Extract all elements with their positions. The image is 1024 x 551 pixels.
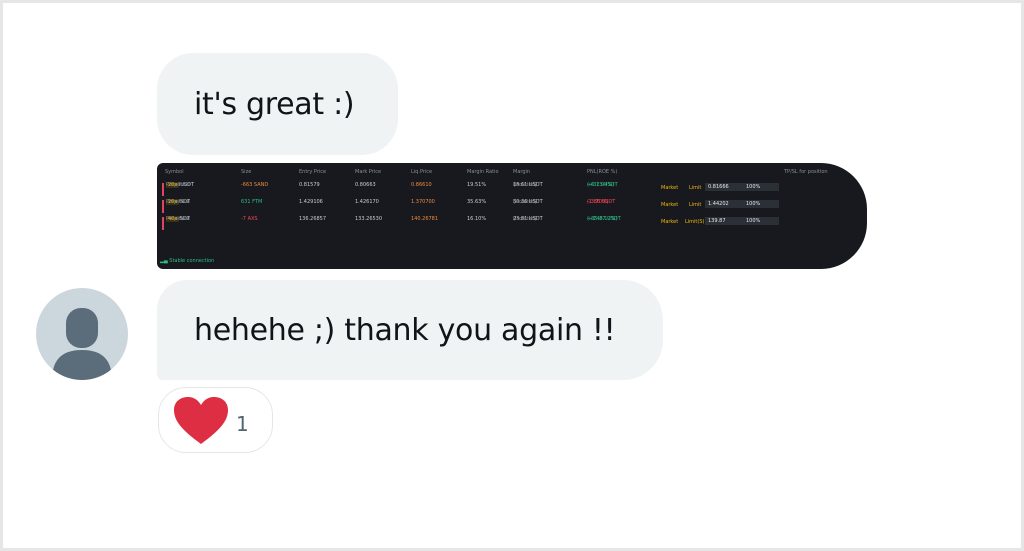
- entry-price: 1.429106: [299, 199, 323, 205]
- size: -7 AXS: [241, 216, 258, 222]
- mark-price: 133.26530: [355, 216, 383, 222]
- col-pnl: PNL(ROE %): [587, 169, 618, 175]
- attached-screenshot[interactable]: Symbol Size Entry Price Mark Price Liq.P…: [157, 163, 867, 269]
- reaction-pill[interactable]: 1: [158, 387, 273, 453]
- contract-type: Perpetual: [166, 182, 190, 188]
- page-frame: [0, 0, 1024, 551]
- percent-input: 100%: [743, 183, 779, 191]
- size: 631 FTM: [241, 199, 263, 205]
- price-input: 139.87: [705, 217, 745, 225]
- contract-type: Perpetual: [166, 199, 190, 205]
- position-side-bar: [162, 200, 164, 213]
- limit-close-button: Limit: [689, 202, 702, 208]
- col-margin-ratio: Margin Ratio: [467, 169, 499, 175]
- message-text: it's great :): [194, 86, 355, 122]
- percent-input: 100%: [743, 200, 779, 208]
- contract-type: Perpetual: [166, 216, 190, 222]
- entry-price: 136.26857: [299, 216, 327, 222]
- mark-price: 0.80663: [355, 182, 376, 188]
- roe: (-3.70%): [587, 199, 609, 205]
- margin-mode: (Isolated): [513, 182, 537, 188]
- roe: (+148.12%): [587, 216, 618, 222]
- price-input: 0.81666: [705, 183, 745, 191]
- entry-price: 0.81579: [299, 182, 320, 188]
- message-text: hehehe ;) thank you again !!: [194, 312, 616, 348]
- table-row: AXSUSDT 40x Perpetual -7 AXS 136.26857 1…: [157, 216, 867, 230]
- col-mark-price: Mark Price: [355, 169, 382, 175]
- market-close-button: Market: [661, 219, 679, 225]
- positions-header: Symbol Size Entry Price Mark Price Liq.P…: [157, 169, 867, 179]
- margin-mode: (Isolated): [513, 216, 537, 222]
- position-side-bar: [162, 183, 164, 196]
- signal-icon: ▂▄: [160, 258, 168, 264]
- table-row: SANDUSDT 20x Perpetual -663 SAND 0.81579…: [157, 182, 867, 196]
- margin-ratio: 19.51%: [467, 182, 487, 188]
- col-size: Size: [241, 169, 252, 175]
- col-symbol: Symbol: [165, 169, 184, 175]
- liq-price: 0.86610: [411, 182, 432, 188]
- liq-price: 140.26781: [411, 216, 439, 222]
- col-tpsl: TP/SL for position: [784, 169, 828, 175]
- size: -663 SAND: [241, 182, 269, 188]
- table-row: FTMUSDT 20x Perpetual 631 FTM 1.429106 1…: [157, 199, 867, 213]
- reaction-count: 1: [236, 412, 249, 436]
- percent-input: 100%: [743, 217, 779, 225]
- mark-price: 1.426170: [355, 199, 379, 205]
- market-close-button: Market: [661, 202, 679, 208]
- margin-ratio: 35.63%: [467, 199, 487, 205]
- limit-close-button: Limit: [689, 185, 702, 191]
- liq-price: 1.370700: [411, 199, 435, 205]
- message-bubble[interactable]: it's great :): [157, 53, 398, 155]
- col-margin: Margin: [513, 169, 531, 175]
- message-bubble[interactable]: hehehe ;) thank you again !!: [157, 280, 663, 380]
- margin-mode: (Isolated): [513, 199, 537, 205]
- heart-icon: [174, 397, 228, 444]
- col-entry-price: Entry Price: [299, 169, 327, 175]
- margin-ratio: 16.10%: [467, 216, 487, 222]
- avatar[interactable]: [36, 288, 128, 380]
- default-profile-icon: [52, 308, 112, 380]
- connection-status: ▂▄ Stable connection: [160, 258, 215, 264]
- price-input: 1.44202: [705, 200, 745, 208]
- col-liq-price: Liq.Price: [411, 169, 433, 175]
- limit-close-button: Limit(S): [685, 219, 705, 225]
- position-side-bar: [162, 217, 164, 230]
- market-close-button: Market: [661, 185, 679, 191]
- roe: (+32.94%): [587, 182, 615, 188]
